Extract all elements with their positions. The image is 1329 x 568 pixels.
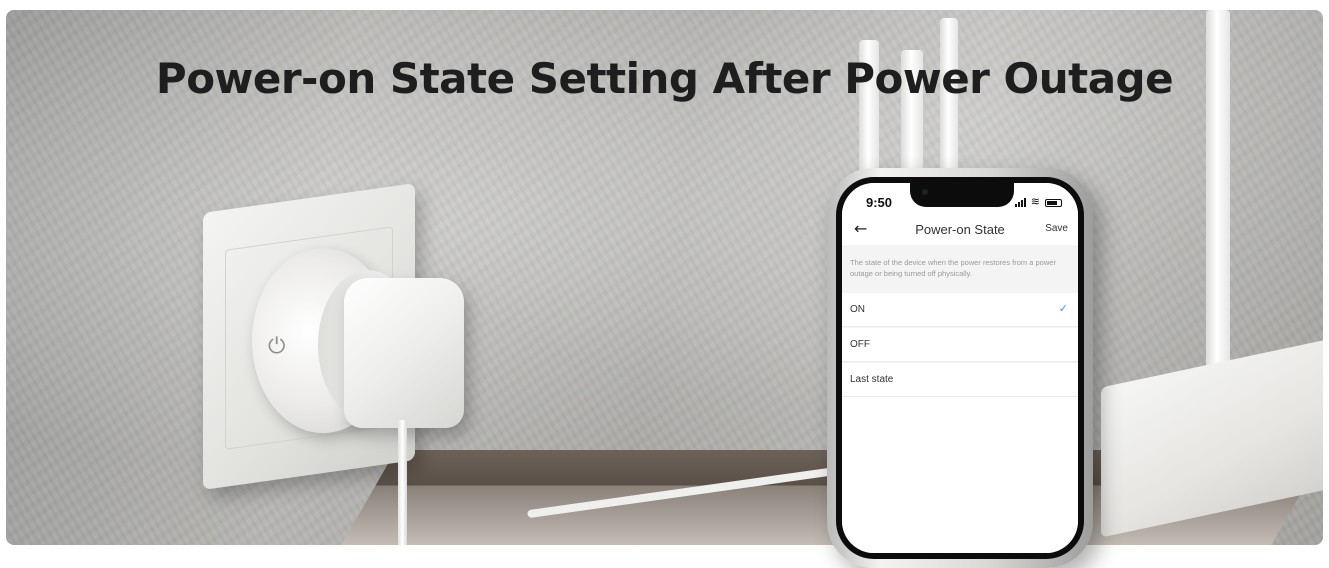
option-off[interactable]: OFF: [842, 328, 1078, 362]
status-icons: ≋: [1014, 195, 1062, 208]
check-icon: ✓: [1058, 302, 1068, 315]
phone-bezel: 9:50 ≋ ← Power-on State Save The state o…: [836, 177, 1084, 559]
phone-screen: 9:50 ≋ ← Power-on State Save The state o…: [842, 183, 1078, 553]
option-label: OFF: [850, 339, 870, 350]
front-camera: [922, 189, 928, 195]
banner-title: Power-on State Setting After Power Outag…: [155, 54, 1174, 103]
router-antenna: [940, 18, 958, 193]
option-on[interactable]: ON ✓: [842, 293, 1078, 327]
setting-description: The state of the device when the power r…: [850, 258, 1056, 278]
save-button[interactable]: Save: [1045, 223, 1068, 234]
plug-head: [344, 278, 464, 428]
option-label: ON: [850, 304, 865, 315]
empty-area: [842, 397, 1078, 553]
power-icon: ⏻: [268, 334, 286, 359]
power-cable: [398, 420, 407, 545]
nav-bar: ← Power-on State Save: [842, 215, 1078, 245]
page-title: Power-on State: [915, 222, 1005, 237]
status-time: 9:50: [866, 195, 893, 210]
signal-icon: [1014, 198, 1026, 207]
option-last-state[interactable]: Last state: [842, 363, 1078, 397]
phone-notch: [910, 183, 1014, 207]
option-label: Last state: [850, 374, 894, 385]
smartphone: 9:50 ≋ ← Power-on State Save The state o…: [827, 168, 1093, 568]
wifi-icon: ≋: [1030, 195, 1040, 208]
battery-icon: [1045, 199, 1062, 207]
